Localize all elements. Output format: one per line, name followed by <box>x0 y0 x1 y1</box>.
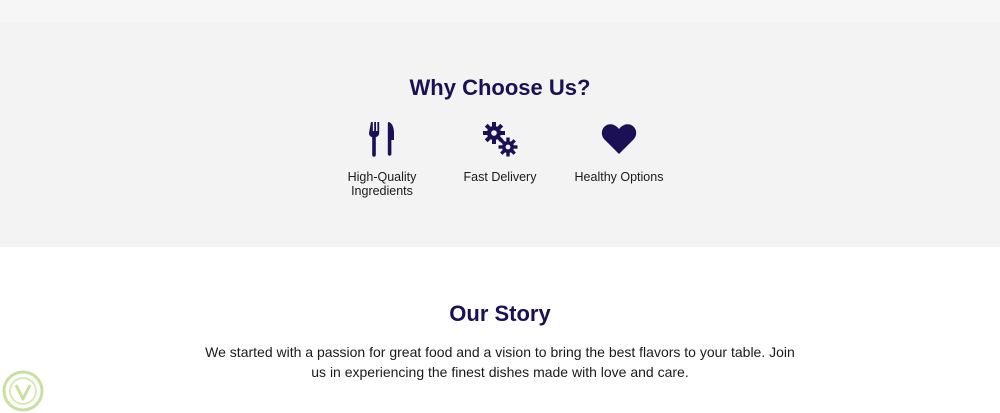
our-story-text: We started with a passion for great food… <box>205 344 795 380</box>
top-strip <box>0 0 1000 23</box>
feature-label: High-Quality Ingredients <box>347 170 417 198</box>
feature-fast-delivery: Fast Delivery <box>440 119 560 184</box>
our-story-title: Our Story <box>449 301 551 326</box>
utensils-icon <box>369 122 394 157</box>
heart-icon <box>601 124 637 154</box>
feature-label: Healthy Options <box>574 170 664 184</box>
feature-high-quality-ingredients: High-Quality Ingredients <box>322 119 442 198</box>
why-choose-us-section: Why Choose Us? High-Quality Ingredients <box>0 23 1000 247</box>
our-story-section: Our Story We started with a passion for … <box>0 247 1000 413</box>
why-choose-us-title: Why Choose Us? <box>409 75 591 100</box>
feature-label: Fast Delivery <box>463 170 537 184</box>
cogs-icon <box>483 122 518 157</box>
feature-healthy-options: Healthy Options <box>559 119 679 184</box>
badge-logo-icon[interactable] <box>2 370 44 412</box>
